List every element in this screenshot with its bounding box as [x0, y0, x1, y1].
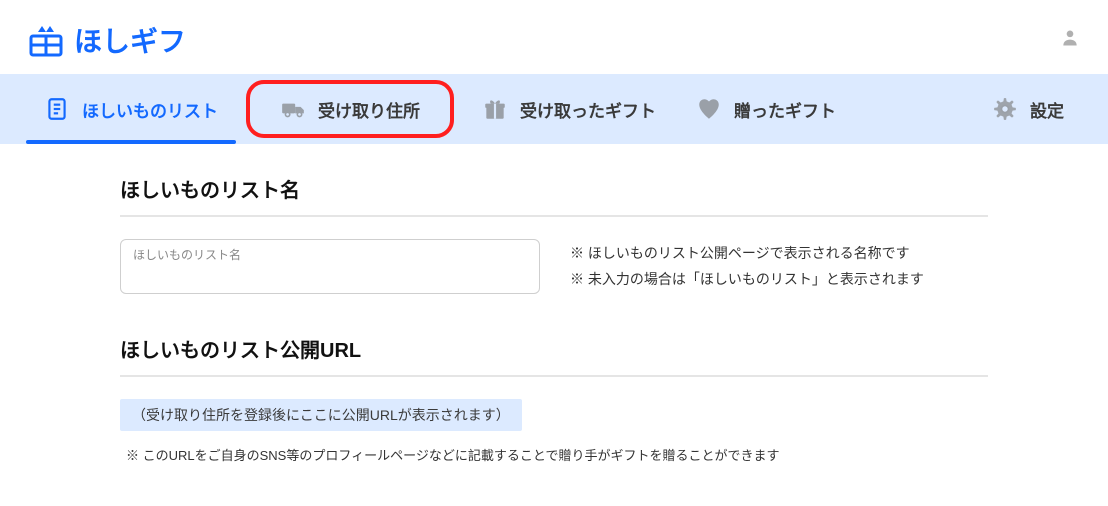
heart-icon	[696, 96, 722, 122]
gift-icon	[482, 96, 508, 122]
divider	[120, 375, 988, 377]
tab-address[interactable]: 受け取り住所	[246, 80, 454, 138]
logo[interactable]: ほしギフ	[28, 20, 186, 60]
tab-settings-label: 設定	[1030, 97, 1064, 122]
user-menu[interactable]	[1060, 28, 1080, 53]
public-url-placeholder: （受け取り住所を登録後にここに公開URLが表示されます）	[120, 399, 522, 431]
listname-notes: ※ ほしいものリスト公開ページで表示される名称です ※ 未入力の場合は「ほしいも…	[570, 239, 924, 294]
truck-icon	[280, 96, 306, 122]
listname-note-2: ※ 未入力の場合は「ほしいものリスト」と表示されます	[570, 269, 924, 289]
tab-received[interactable]: 受け取ったギフト	[462, 74, 676, 144]
listname-input[interactable]: ほしいものリスト名	[120, 239, 540, 294]
tab-wishlist-label: ほしいものリスト	[82, 97, 218, 122]
gift-logo-icon	[28, 22, 64, 58]
tab-address-label: 受け取り住所	[318, 97, 420, 122]
tab-sent-label: 贈ったギフト	[734, 97, 836, 122]
listname-row: ほしいものリスト名 ※ ほしいものリスト公開ページで表示される名称です ※ 未入…	[120, 239, 988, 294]
brand-name: ほしギフ	[74, 20, 186, 60]
avatar-icon	[1060, 28, 1080, 48]
listname-note-1: ※ ほしいものリスト公開ページで表示される名称です	[570, 243, 924, 263]
list-icon	[44, 96, 70, 122]
tab-settings[interactable]: 設定	[972, 74, 1084, 144]
public-url-note: ※ このURLをご自身のSNS等のプロフィールページなどに記載することで贈り手が…	[120, 445, 988, 464]
tab-received-label: 受け取ったギフト	[520, 97, 656, 122]
listname-placeholder: ほしいものリスト名	[133, 248, 241, 262]
tab-wishlist[interactable]: ほしいものリスト	[24, 74, 238, 144]
divider	[120, 215, 988, 217]
gear-icon	[992, 96, 1018, 122]
section-title-url: ほしいものリスト公開URL	[120, 334, 988, 363]
main-content: ほしいものリスト名 ほしいものリスト名 ※ ほしいものリスト公開ページで表示され…	[0, 144, 1108, 494]
section-title-listname: ほしいものリスト名	[120, 174, 988, 203]
tab-sent[interactable]: 贈ったギフト	[676, 74, 856, 144]
tab-bar: ほしいものリスト 受け取り住所 受け取ったギフト 贈ったギフト	[0, 74, 1108, 144]
header: ほしギフ	[0, 0, 1108, 74]
